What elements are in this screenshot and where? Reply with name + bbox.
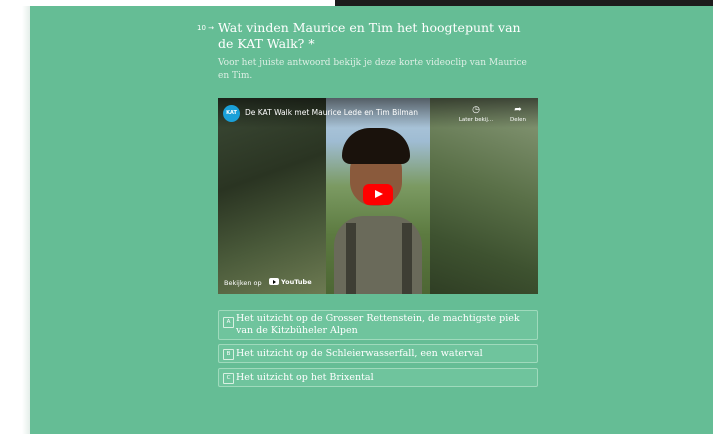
backpack-strap-left xyxy=(346,223,356,294)
clock-icon: ◷ xyxy=(472,105,480,115)
youtube-logo-icon xyxy=(269,278,279,285)
share-arrow-icon: ➦ xyxy=(514,105,522,115)
youtube-wordmark: YouTube xyxy=(281,278,312,286)
video-person-hair xyxy=(342,128,410,164)
video-title[interactable]: De KAT Walk met Maurice Lede en Tim Bilm… xyxy=(245,108,418,117)
option-text-a: Het uitzicht op de Grosser Rettenstein, … xyxy=(236,313,520,336)
backpack-strap-right xyxy=(402,223,412,294)
play-button[interactable] xyxy=(363,184,393,205)
option-text-c: Het uitzicht op het Brixental xyxy=(236,372,374,383)
option-key-a: A xyxy=(223,317,234,328)
answer-option-b[interactable]: B Het uitzicht op de Schleierwasserfall,… xyxy=(218,344,538,363)
arrow-right-icon: → xyxy=(208,24,215,32)
question-block: 10 → Wat vinden Maurice en Tim het hoogt… xyxy=(197,20,538,82)
video-player[interactable]: KAT De KAT Walk met Maurice Lede en Tim … xyxy=(218,98,538,294)
option-key-c: C xyxy=(223,373,234,384)
share-label: Delen xyxy=(509,117,527,123)
answer-option-a[interactable]: A Het uitzicht op de Grosser Rettenstein… xyxy=(218,310,538,340)
watch-on-label: Bekijken op xyxy=(224,279,262,287)
question-title: Wat vinden Maurice en Tim het hoogtepunt… xyxy=(218,20,521,51)
option-key-b: B xyxy=(223,349,234,360)
channel-logo[interactable]: KAT xyxy=(223,105,240,122)
share-button[interactable]: ➦ Delen xyxy=(506,104,530,124)
watch-later-label: Later bekij... xyxy=(458,117,494,123)
question-number: 10 → xyxy=(197,24,215,32)
answer-option-c[interactable]: C Het uitzicht op het Brixental xyxy=(218,368,538,387)
watch-on-youtube-link[interactable]: Bekijken op YouTube xyxy=(218,272,312,294)
watch-later-button[interactable]: ◷ Later bekij... xyxy=(458,104,494,124)
option-text-b: Het uitzicht op de Schleierwasserfall, e… xyxy=(236,348,483,359)
question-description: Voor het juiste antwoord bekijk je deze … xyxy=(218,58,527,81)
